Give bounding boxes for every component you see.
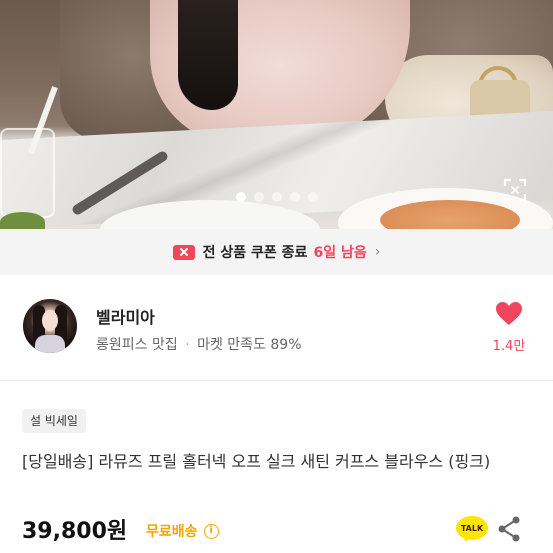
- kakao-talk-button[interactable]: TALK: [456, 516, 488, 540]
- coupon-text: 전 상품 쿠폰 종료: [202, 245, 308, 261]
- coupon-remaining: 6일 남음: [313, 245, 367, 261]
- separator: ·: [185, 337, 190, 353]
- talk-bubble-tail: [462, 535, 470, 542]
- seller-name[interactable]: 벨라미아: [96, 304, 155, 328]
- shipping-label: 무료배송: [146, 524, 198, 540]
- carousel-dot[interactable]: [307, 192, 318, 202]
- carousel-pagination: [0, 192, 553, 204]
- like-count: 1.4만: [492, 339, 526, 354]
- shipping-info[interactable]: 무료배송 i: [146, 521, 219, 541]
- product-image-carousel[interactable]: [0, 0, 553, 229]
- coupon-icon: [172, 244, 195, 260]
- carousel-dot[interactable]: [271, 192, 282, 202]
- seller-avatar[interactable]: [23, 299, 77, 353]
- section-divider: [0, 380, 553, 381]
- seller-section: 벨라미아 롱원피스 맛집 · 마켓 만족도 89% 1.4만: [0, 290, 553, 366]
- share-icon[interactable]: [497, 515, 521, 543]
- product-price: 39,800원: [22, 519, 128, 544]
- info-icon[interactable]: i: [203, 523, 219, 539]
- expand-icon[interactable]: [503, 178, 527, 202]
- photo-salad: [0, 212, 45, 229]
- seller-info: 롱원피스 맛집 · 마켓 만족도 89%: [96, 334, 302, 354]
- chevron-right-icon: ›: [374, 244, 381, 260]
- photo-model-hair: [178, 0, 238, 110]
- product-title: [당일배송] 라뮤즈 프릴 홀터넥 오프 실크 새틴 커프스 블라우스 (핑크): [22, 452, 491, 471]
- carousel-dot[interactable]: [253, 192, 264, 202]
- seller-satisfaction: 마켓 만족도 89%: [197, 337, 302, 353]
- seller-tagline: 롱원피스 맛집: [96, 337, 178, 353]
- coupon-banner[interactable]: 전 상품 쿠폰 종료 6일 남음 ›: [0, 229, 553, 275]
- sale-badge: 설 빅세일: [22, 409, 86, 433]
- carousel-dot[interactable]: [235, 192, 246, 202]
- carousel-dot[interactable]: [289, 192, 300, 202]
- avatar-face: [42, 310, 58, 331]
- avatar-shirt: [35, 335, 65, 353]
- heart-icon[interactable]: [496, 302, 522, 326]
- photo-glass: [0, 128, 55, 218]
